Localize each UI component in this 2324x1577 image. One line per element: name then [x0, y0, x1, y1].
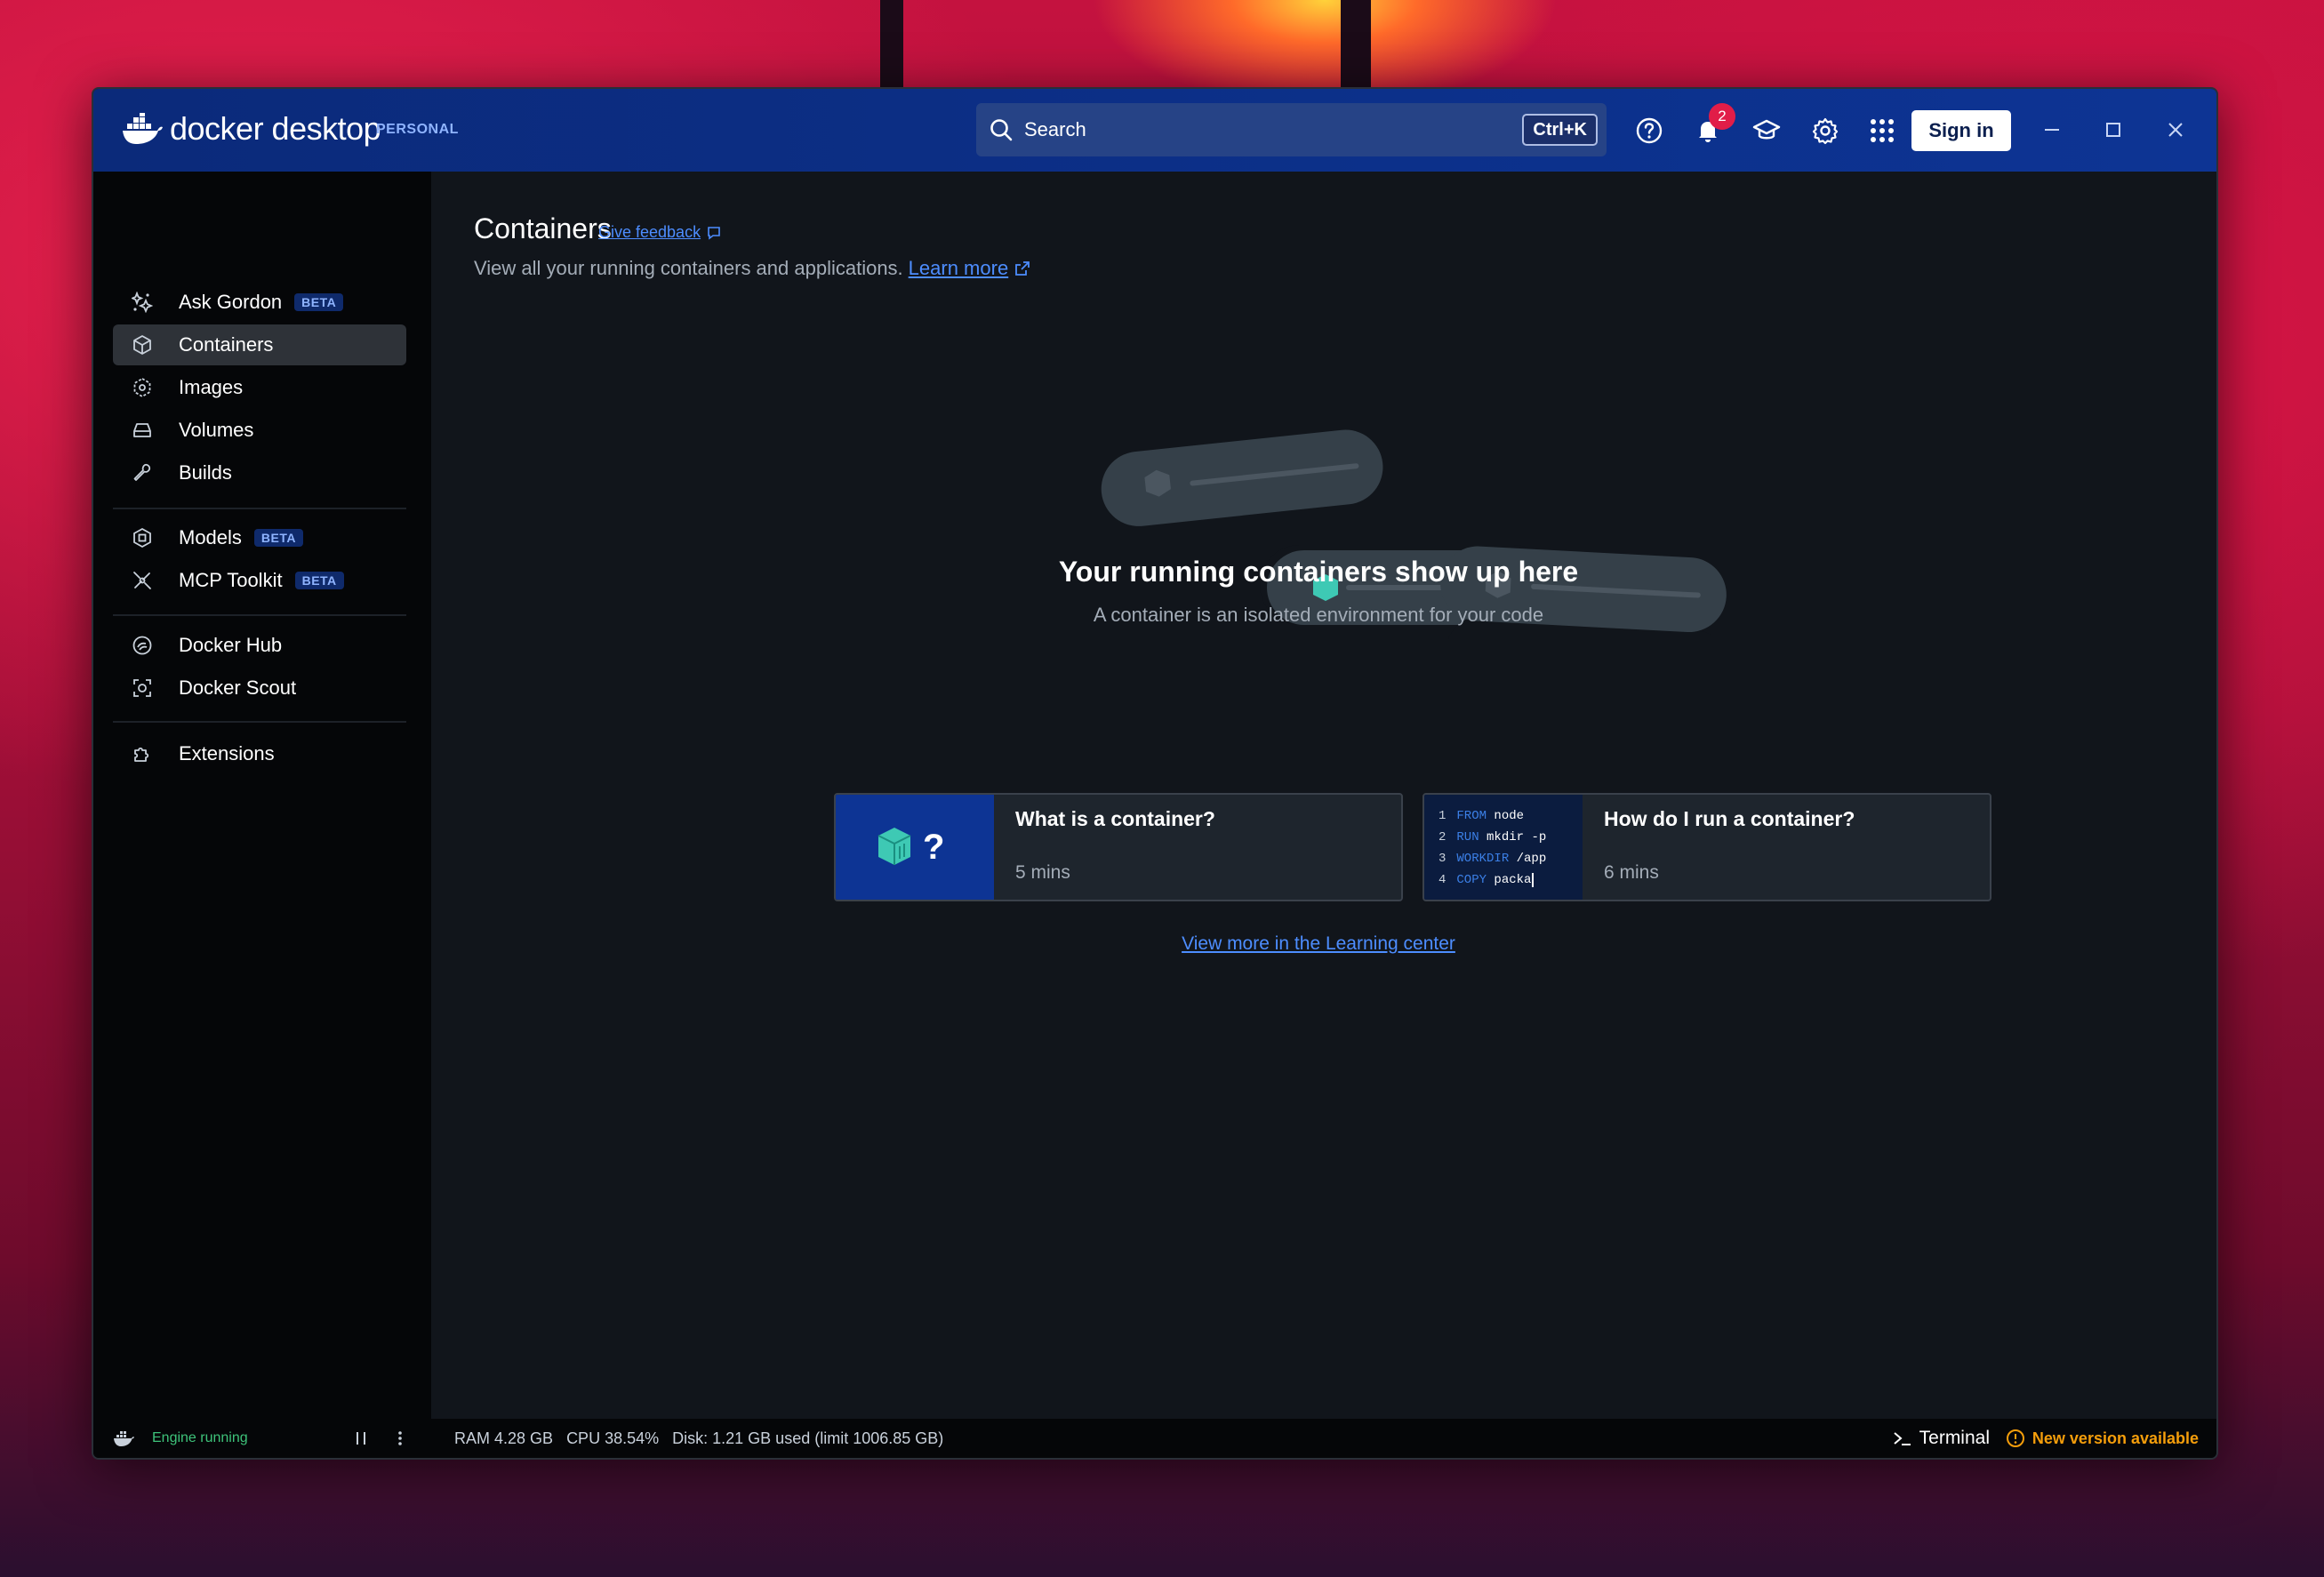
disk-usage: Disk: 1.21 GB used (limit 1006.85 GB)	[672, 1429, 944, 1447]
sidebar-item-label: Models	[179, 526, 242, 548]
background-bottom-art	[0, 1458, 2324, 1577]
sidebar-item-models[interactable]: Models BETA	[113, 517, 406, 558]
feedback-chat-icon	[708, 226, 720, 240]
wrench-icon	[131, 461, 154, 484]
cpu-usage: CPU 38.54%	[566, 1429, 660, 1447]
background-spire-left	[880, 0, 903, 87]
container-question-icon: ?	[878, 828, 944, 867]
empty-state-subtitle: A container is an isolated environment f…	[1093, 604, 1544, 626]
sidebar-item-containers[interactable]: Containers	[113, 324, 406, 365]
sidebar-item-docker-hub[interactable]: Docker Hub	[113, 625, 406, 666]
hub-icon	[131, 634, 154, 657]
sidebar-item-volumes[interactable]: Volumes	[113, 410, 406, 451]
sidebar-item-docker-scout[interactable]: Docker Scout	[113, 668, 406, 708]
close-icon[interactable]	[2158, 112, 2193, 148]
maximize-icon[interactable]	[2096, 112, 2131, 148]
help-icon[interactable]	[1631, 113, 1667, 148]
search-bar[interactable]: Search Ctrl+K	[976, 103, 1607, 156]
card-title: How do I run a container?	[1604, 807, 1855, 830]
sidebar-item-label: Images	[179, 376, 244, 398]
terminal-label: Terminal	[1919, 1428, 1990, 1448]
sidebar-item-label: Docker Scout	[179, 676, 297, 699]
sidebar-item-extensions[interactable]: Extensions	[113, 733, 406, 774]
beta-badge: BETA	[294, 572, 344, 589]
sidebar-item-label: Volumes	[179, 419, 254, 441]
card-duration: 5 mins	[1015, 862, 1070, 883]
sparkle-icon	[131, 291, 154, 314]
sign-in-button[interactable]: Sign in	[1911, 110, 2011, 151]
toolkit-icon	[131, 569, 154, 592]
model-icon	[131, 526, 154, 549]
page-subtitle: View all your running containers and app…	[474, 257, 1031, 280]
empty-state-title: Your running containers show up here	[1058, 556, 1579, 588]
card-duration: 6 mins	[1604, 862, 1659, 883]
terminal-prompt-icon	[1893, 1432, 1911, 1445]
learning-cap-icon[interactable]	[1749, 113, 1784, 148]
more-options-icon[interactable]	[396, 1429, 405, 1447]
app-name: docker desktop	[170, 110, 381, 147]
sidebar-divider	[113, 508, 406, 509]
docker-whale-status-icon	[114, 1431, 134, 1446]
new-version-label: New version available	[2031, 1429, 2199, 1447]
puzzle-icon	[131, 742, 154, 765]
minimize-icon[interactable]	[2034, 112, 2070, 148]
docker-logo: docker desktop	[122, 110, 381, 148]
give-feedback-link[interactable]: Give feedback	[598, 223, 722, 242]
give-feedback-label: Give feedback	[598, 223, 701, 241]
sidebar-item-label: Containers	[179, 333, 274, 356]
engine-status: Engine running	[152, 1430, 248, 1445]
info-warning-icon	[2006, 1429, 2024, 1447]
subtitle-text: View all your running containers and app…	[474, 257, 903, 279]
sidebar: Ask Gordon BETA Containers Images Volume…	[93, 172, 431, 1419]
sidebar-item-images[interactable]: Images	[113, 367, 406, 408]
ram-usage: RAM 4.28 GB	[454, 1429, 554, 1447]
empty-state-pill-bottom	[1440, 546, 1727, 633]
sidebar-item-label: Builds	[179, 461, 232, 484]
image-icon	[131, 376, 154, 399]
search-placeholder: Search	[1024, 118, 1086, 140]
sidebar-divider	[113, 721, 406, 723]
pause-icon[interactable]	[353, 1429, 369, 1447]
terminal-button[interactable]: Terminal	[1893, 1428, 1990, 1449]
svg-text:?: ?	[923, 828, 944, 867]
status-bar: Engine running RAM 4.28 GB CPU 38.54% Di…	[93, 1419, 2216, 1458]
card-thumbnail-code: 1 FROM node 2 RUN mkdir -p 3 WORKDIR /app 4…	[1424, 795, 1583, 900]
new-version-notice[interactable]: New version available	[2006, 1429, 2199, 1448]
scout-icon	[131, 676, 154, 700]
resource-usage: RAM 4.28 GB CPU 38.54% Disk: 1.21 GB use…	[454, 1429, 943, 1448]
code-snippet: 1 FROM node 2 RUN mkdir -p 3 WORKDIR /app 4…	[1438, 809, 1547, 887]
external-link-icon	[1015, 261, 1030, 276]
sidebar-item-mcp-toolkit[interactable]: MCP Toolkit BETA	[113, 560, 406, 601]
sidebar-item-ask-gordon[interactable]: Ask Gordon BETA	[113, 282, 406, 323]
background-spire-right	[1341, 0, 1371, 87]
card-thumbnail: ?	[836, 795, 994, 900]
sidebar-item-builds[interactable]: Builds	[113, 452, 406, 493]
beta-badge: BETA	[253, 529, 303, 547]
sidebar-item-label: MCP Toolkit	[179, 569, 283, 591]
titlebar: docker desktop PERSONAL Search Ctrl+K 2	[93, 89, 2216, 172]
volume-icon	[131, 419, 154, 442]
apps-grid-icon[interactable]	[1864, 113, 1900, 148]
card-title: What is a container?	[1015, 807, 1215, 830]
main-content: Containers Give feedback View all your r…	[431, 172, 2216, 1419]
learning-center-link[interactable]: View more in the Learning center	[431, 933, 2206, 955]
sidebar-item-label: Ask Gordon	[179, 291, 283, 313]
beta-badge: BETA	[294, 293, 344, 311]
settings-gear-icon[interactable]	[1807, 113, 1843, 148]
sidebar-item-label: Extensions	[179, 742, 275, 764]
search-shortcut-badge: Ctrl+K	[1522, 114, 1598, 146]
learn-more-link[interactable]: Learn more	[909, 257, 1009, 280]
search-icon	[990, 119, 1013, 141]
page-title: Containers	[474, 212, 612, 244]
docker-desktop-window: docker desktop PERSONAL Search Ctrl+K 2	[92, 87, 2218, 1460]
sidebar-item-label: Docker Hub	[179, 634, 283, 656]
docker-whale-icon	[123, 113, 163, 144]
container-icon	[131, 333, 154, 356]
learning-card-run-container[interactable]: 1 FROM node 2 RUN mkdir -p 3 WORKDIR /app 4…	[1422, 793, 1991, 901]
learning-card-what-is-container[interactable]: ? What is a container? 5 mins	[834, 793, 1403, 901]
plan-badge: PERSONAL	[376, 122, 459, 137]
notification-count-badge: 2	[1709, 103, 1735, 130]
sidebar-divider	[113, 614, 406, 616]
